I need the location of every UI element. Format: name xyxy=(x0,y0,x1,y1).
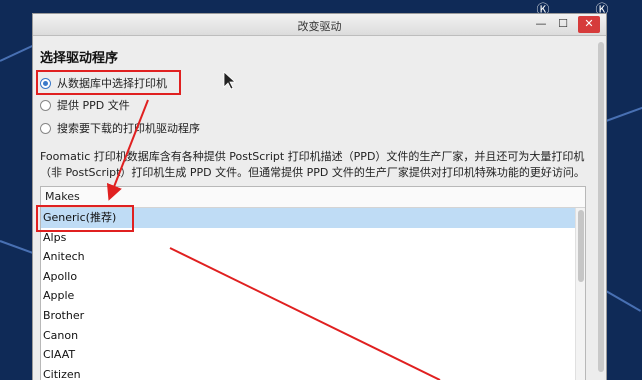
minimize-button[interactable]: — xyxy=(532,16,550,33)
maximize-button[interactable]: ☐ xyxy=(554,16,572,33)
annotation-box-database-option xyxy=(36,70,181,95)
list-item[interactable]: Canon xyxy=(41,326,585,346)
radio-label: 提供 PPD 文件 xyxy=(57,99,130,112)
list-item[interactable]: CIAAT xyxy=(41,345,585,365)
radio-button[interactable] xyxy=(40,99,51,111)
list-item[interactable]: Apple xyxy=(41,286,585,306)
window-title: 改变驱动 xyxy=(297,20,342,33)
radio-button[interactable] xyxy=(40,122,51,134)
radio-option-search-download[interactable]: 搜索要下载的打印机驱动程序 xyxy=(40,119,200,137)
list-item[interactable]: Brother xyxy=(41,306,585,326)
list-item[interactable]: Apollo xyxy=(41,267,585,287)
description-text: Foomatic 打印机数据库含有各种提供 PostScript 打印机描述（P… xyxy=(40,150,585,179)
list-scroll-thumb[interactable] xyxy=(578,210,584,282)
list-item[interactable]: Citizen xyxy=(41,365,585,380)
radio-label: 搜索要下载的打印机驱动程序 xyxy=(57,122,200,135)
desktop-streak xyxy=(605,290,642,312)
list-scrollbar[interactable] xyxy=(575,208,585,380)
change-driver-dialog: 改变驱动 — ☐ ✕ 选择驱动程序 从数据库中选择打印机 提供 PPD 文件 搜… xyxy=(32,13,607,380)
desktop-streak xyxy=(605,106,642,122)
window-scrollbar[interactable] xyxy=(598,42,604,372)
radio-option-ppd-file[interactable]: 提供 PPD 文件 xyxy=(40,96,130,114)
list-item[interactable]: Anitech xyxy=(41,247,585,267)
annotation-box-generic xyxy=(36,205,134,232)
close-button[interactable]: ✕ xyxy=(578,16,600,33)
section-heading: 选择驱动程序 xyxy=(40,51,119,66)
title-bar[interactable]: 改变驱动 — ☐ ✕ xyxy=(33,14,606,36)
